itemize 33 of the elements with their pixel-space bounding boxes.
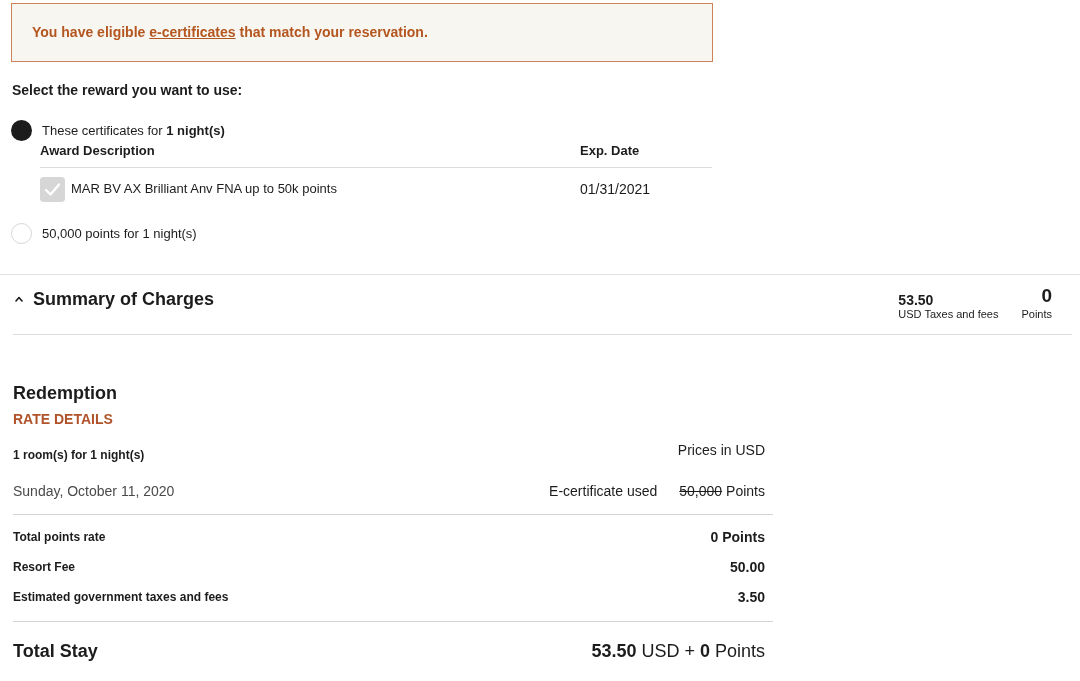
line-value: 0 Points bbox=[710, 528, 765, 546]
price-unit: Points bbox=[726, 483, 765, 500]
total-value: 53.50 USD + 0 Points bbox=[591, 640, 765, 662]
rate-title: Redemption bbox=[13, 382, 118, 404]
table-cell: MAR BV AX Brilliant Anv FNA up to 50k points bbox=[71, 181, 337, 197]
taxes-label: USD Taxes and fees bbox=[898, 308, 999, 321]
taxes-amount: 53.50 bbox=[898, 292, 935, 308]
night-price: 50,000 bbox=[679, 483, 723, 500]
night-note: E-certificate used bbox=[549, 483, 658, 500]
column-header: Award Description bbox=[40, 143, 156, 160]
option-label: These certificates for 1 night(s) bbox=[42, 122, 225, 139]
total-label: Total Stay bbox=[13, 640, 98, 662]
e-certificates-link[interactable]: e-certificates bbox=[149, 24, 236, 40]
summary-title: Summary of Charges bbox=[33, 288, 215, 310]
line-value: 3.50 bbox=[737, 588, 765, 606]
room-info: 1 room(s) for 1 night(s) bbox=[13, 448, 145, 463]
caret-icon[interactable] bbox=[15, 296, 23, 302]
currency-note: Prices in USD bbox=[677, 442, 765, 459]
line-label: Resort Fee bbox=[13, 559, 76, 575]
line-label: Total points rate bbox=[13, 529, 106, 545]
line-label: Estimated government taxes and fees bbox=[13, 589, 229, 605]
column-header: Exp. Date bbox=[580, 143, 640, 160]
radio-button[interactable] bbox=[11, 223, 32, 244]
rate-subtitle: RATE DETAILS bbox=[13, 411, 114, 428]
alert-message: You have eligible e-certificates that match your reservation. bbox=[32, 24, 428, 41]
section-heading: Select the reward you want to use: bbox=[12, 82, 244, 99]
line-value: 50.00 bbox=[729, 558, 765, 576]
option-label: 50,000 points for 1 night(s) bbox=[42, 225, 197, 242]
night-date: Sunday, October 11, 2020 bbox=[13, 483, 175, 500]
points-label: Points bbox=[1021, 308, 1052, 321]
radio-button[interactable] bbox=[11, 120, 32, 141]
points-amount: 0 bbox=[1041, 286, 1052, 306]
table-cell: 01/31/2021 bbox=[580, 181, 651, 197]
